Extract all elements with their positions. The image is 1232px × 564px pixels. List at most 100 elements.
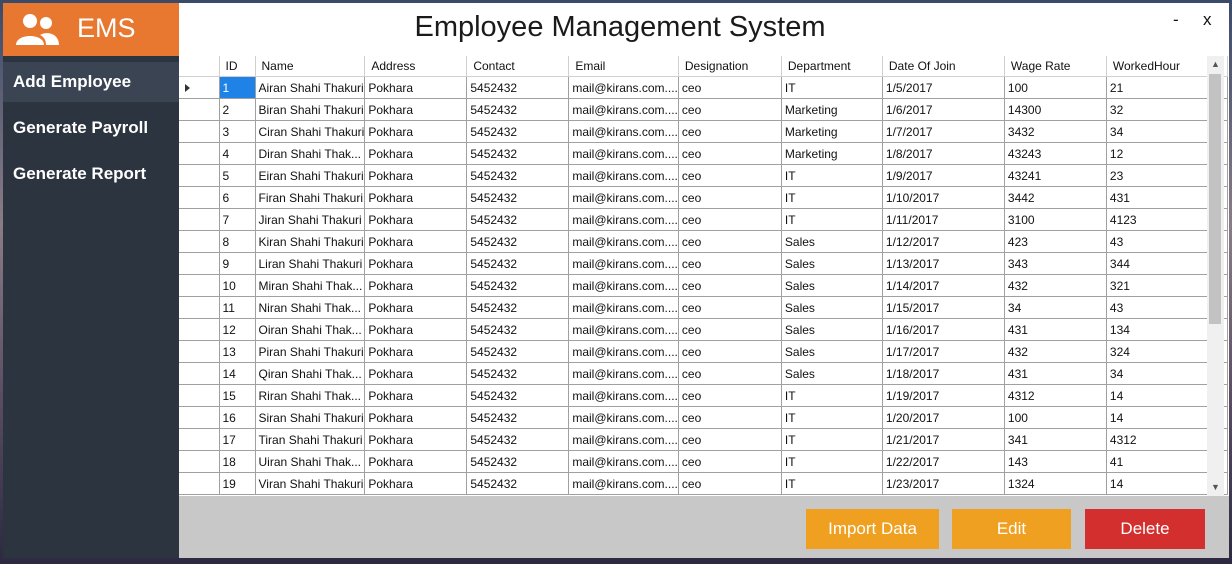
table-cell[interactable]: ceo	[677, 362, 782, 385]
table-cell[interactable]: ceo	[677, 230, 782, 253]
table-cell[interactable]: ceo	[677, 76, 782, 99]
table-cell[interactable]: 5452432	[466, 120, 570, 143]
table-cell[interactable]: Marketing	[780, 120, 883, 143]
table-cell[interactable]: Pokhara	[364, 472, 468, 495]
table-cell[interactable]: ceo	[677, 340, 782, 363]
table-cell[interactable]: 5452432	[466, 208, 570, 231]
table-cell[interactable]: 10	[218, 274, 256, 297]
table-cell[interactable]: 1/23/2017	[881, 472, 1005, 495]
table-cell[interactable]: 7	[218, 208, 256, 231]
table-cell[interactable]: Pokhara	[364, 76, 468, 99]
table-cell[interactable]: 5452432	[466, 230, 570, 253]
table-cell[interactable]: IT	[780, 76, 883, 99]
column-header[interactable]: Date Of Join	[882, 56, 1005, 77]
row-header[interactable]	[179, 428, 220, 451]
table-cell[interactable]: 1/19/2017	[881, 384, 1005, 407]
table-cell[interactable]: mail@kirans.com....	[568, 98, 679, 121]
table-cell[interactable]: mail@kirans.com....	[568, 208, 679, 231]
table-cell[interactable]: 5452432	[466, 472, 570, 495]
table-cell[interactable]: 19	[218, 472, 256, 495]
table-cell[interactable]: 1	[218, 76, 256, 99]
table-cell[interactable]: ceo	[677, 252, 782, 275]
table-cell[interactable]: Biran Shahi Thakuri	[254, 98, 366, 121]
scroll-up-icon[interactable]: ▲	[1211, 59, 1220, 69]
table-cell[interactable]: mail@kirans.com....	[568, 142, 679, 165]
table-cell[interactable]: ceo	[677, 274, 782, 297]
table-cell[interactable]: IT	[780, 450, 883, 473]
column-header[interactable]: ID	[219, 56, 256, 77]
table-cell[interactable]: Pokhara	[364, 406, 468, 429]
column-header[interactable]: Name	[255, 56, 366, 77]
table-cell[interactable]: 1/20/2017	[881, 406, 1005, 429]
table-cell[interactable]: 34	[1003, 296, 1107, 319]
table-cell[interactable]: ceo	[677, 428, 782, 451]
table-cell[interactable]: 5452432	[466, 296, 570, 319]
table-cell[interactable]: Marketing	[780, 98, 883, 121]
table-cell[interactable]: 5452432	[466, 186, 570, 209]
column-header[interactable]: Wage Rate	[1004, 56, 1107, 77]
table-cell[interactable]: 14	[218, 362, 256, 385]
table-cell[interactable]: Pokhara	[364, 230, 468, 253]
table-cell[interactable]: 431	[1003, 318, 1107, 341]
table-row[interactable]: 16 Siran Shahi Thakuri Pokhara 5452432 mail@…	[179, 406, 1228, 429]
table-cell[interactable]: 43243	[1003, 142, 1107, 165]
employee-grid[interactable]: ID Name Address Contact Email Designation Depa…	[179, 56, 1229, 496]
row-header[interactable]	[179, 120, 220, 143]
table-row[interactable]: 4 Diran Shahi Thak... Pokhara 5452432 mail@k…	[179, 142, 1228, 165]
row-header[interactable]	[179, 208, 220, 231]
table-cell[interactable]: Pokhara	[364, 274, 468, 297]
table-cell[interactable]: ceo	[677, 98, 782, 121]
table-cell[interactable]: mail@kirans.com....	[568, 472, 679, 495]
table-cell[interactable]: Pokhara	[364, 208, 468, 231]
table-cell[interactable]: Liran Shahi Thakuri	[254, 252, 366, 275]
table-row[interactable]: 12 Oiran Shahi Thak... Pokhara 5452432 mail@…	[179, 318, 1228, 341]
table-cell[interactable]: Sales	[780, 318, 883, 341]
table-cell[interactable]: Marketing	[780, 142, 883, 165]
table-cell[interactable]: 15	[218, 384, 256, 407]
table-row[interactable]: 8 Kiran Shahi Thakuri Pokhara 5452432 mail@k…	[179, 230, 1228, 253]
table-cell[interactable]: mail@kirans.com....	[568, 120, 679, 143]
table-row[interactable]: 3 Ciran Shahi Thakuri Pokhara 5452432 mail@k…	[179, 120, 1228, 143]
table-cell[interactable]: ceo	[677, 296, 782, 319]
table-cell[interactable]: 1/10/2017	[881, 186, 1005, 209]
row-header[interactable]	[179, 252, 220, 275]
table-cell[interactable]: Pokhara	[364, 296, 468, 319]
table-cell[interactable]: Pokhara	[364, 318, 468, 341]
table-cell[interactable]: ceo	[677, 384, 782, 407]
table-cell[interactable]: IT	[780, 472, 883, 495]
delete-button[interactable]: Delete	[1085, 509, 1205, 549]
table-cell[interactable]: 100	[1003, 406, 1107, 429]
close-button[interactable]: x	[1203, 10, 1212, 30]
table-cell[interactable]: 5452432	[466, 428, 570, 451]
table-cell[interactable]: 143	[1003, 450, 1107, 473]
table-row[interactable]: 15 Riran Shahi Thak... Pokhara 5452432 mail@…	[179, 384, 1228, 407]
table-cell[interactable]: mail@kirans.com....	[568, 362, 679, 385]
table-cell[interactable]: mail@kirans.com....	[568, 384, 679, 407]
table-cell[interactable]: Tiran Shahi Thakuri	[254, 428, 366, 451]
table-cell[interactable]: 1/8/2017	[881, 142, 1005, 165]
table-cell[interactable]: mail@kirans.com....	[568, 164, 679, 187]
table-cell[interactable]: 5452432	[466, 406, 570, 429]
row-header[interactable]	[179, 450, 220, 473]
table-cell[interactable]: ceo	[677, 120, 782, 143]
table-row[interactable]: 5 Eiran Shahi Thakuri Pokhara 5452432 mail@k…	[179, 164, 1228, 187]
table-cell[interactable]: 1/15/2017	[881, 296, 1005, 319]
row-header[interactable]	[179, 186, 220, 209]
sidebar-item-generate-payroll[interactable]: Generate Payroll	[3, 108, 179, 148]
table-cell[interactable]: mail@kirans.com....	[568, 76, 679, 99]
table-cell[interactable]: 1324	[1003, 472, 1107, 495]
table-cell[interactable]: Jiran Shahi Thakuri	[254, 208, 366, 231]
table-cell[interactable]: IT	[780, 208, 883, 231]
vertical-scrollbar[interactable]: ▲ ▼	[1207, 56, 1224, 496]
table-row[interactable]: 14 Qiran Shahi Thak... Pokhara 5452432 mail@…	[179, 362, 1228, 385]
row-header[interactable]	[179, 98, 220, 121]
table-cell[interactable]: Qiran Shahi Thak...	[254, 362, 366, 385]
table-row[interactable]: 18 Uiran Shahi Thak... Pokhara 5452432 mail@…	[179, 450, 1228, 473]
table-cell[interactable]: ceo	[677, 142, 782, 165]
table-cell[interactable]: Diran Shahi Thak...	[254, 142, 366, 165]
table-cell[interactable]: Pokhara	[364, 450, 468, 473]
table-cell[interactable]: Sales	[780, 340, 883, 363]
table-cell[interactable]: 17	[218, 428, 256, 451]
table-cell[interactable]: 4312	[1003, 384, 1107, 407]
column-header[interactable]: Department	[781, 56, 883, 77]
